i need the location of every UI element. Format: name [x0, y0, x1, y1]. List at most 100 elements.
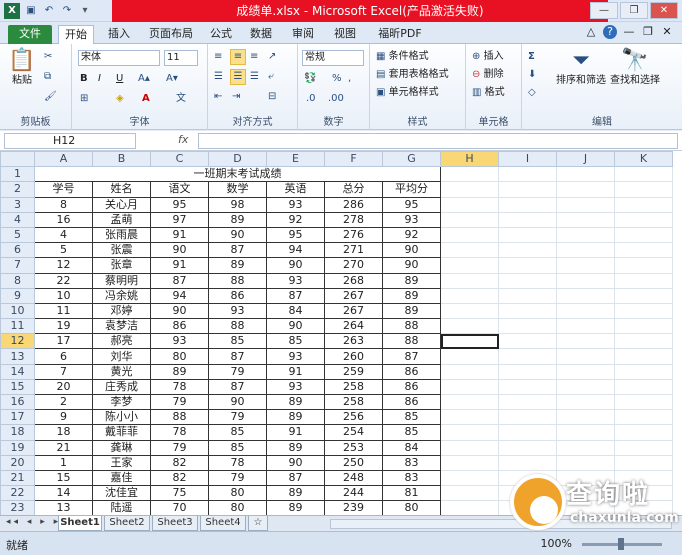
data-cell[interactable]: 75: [150, 485, 209, 502]
data-cell[interactable]: 11: [34, 302, 93, 320]
formula-input[interactable]: [198, 133, 678, 149]
column-header[interactable]: H: [440, 151, 499, 168]
data-cell[interactable]: 89: [382, 287, 441, 304]
insert-sheet-icon[interactable]: ☆: [248, 516, 268, 531]
data-cell[interactable]: 81: [382, 485, 441, 502]
align-center-icon[interactable]: ☰: [230, 69, 246, 85]
data-cell[interactable]: 78: [150, 378, 209, 396]
phonetic-icon[interactable]: 文: [176, 92, 186, 106]
cell[interactable]: [498, 272, 557, 289]
data-cell[interactable]: 15: [34, 469, 93, 487]
row-header[interactable]: 22: [0, 485, 35, 502]
cell[interactable]: [498, 181, 557, 198]
data-cell[interactable]: 孟萌: [92, 211, 151, 228]
data-cell[interactable]: 92: [382, 226, 441, 244]
data-cell[interactable]: 89: [150, 363, 209, 380]
data-cell[interactable]: 253: [324, 439, 383, 456]
data-cell[interactable]: 90: [266, 454, 325, 471]
header-cell[interactable]: 英语: [266, 181, 325, 198]
column-header[interactable]: E: [266, 151, 325, 168]
row-header[interactable]: 2: [0, 181, 35, 198]
tab-home[interactable]: 开始: [58, 25, 94, 45]
tab-page-layout[interactable]: 页面布局: [144, 25, 198, 44]
cell[interactable]: [614, 348, 673, 365]
data-cell[interactable]: 嘉佳: [92, 469, 151, 487]
cell[interactable]: [614, 393, 673, 411]
cell[interactable]: [614, 211, 673, 228]
data-cell[interactable]: 7: [34, 363, 93, 380]
currency-icon[interactable]: 💱: [304, 72, 316, 86]
data-cell[interactable]: 87: [266, 469, 325, 487]
data-cell[interactable]: 83: [382, 469, 441, 487]
header-cell[interactable]: 语文: [150, 181, 209, 198]
data-cell[interactable]: 93: [266, 196, 325, 213]
cell[interactable]: [614, 287, 673, 304]
cell[interactable]: [556, 272, 615, 289]
cell[interactable]: [614, 242, 673, 259]
data-cell[interactable]: 89: [266, 393, 325, 411]
data-cell[interactable]: 86: [382, 363, 441, 380]
cell[interactable]: [614, 272, 673, 289]
minimize-button[interactable]: —: [590, 2, 618, 19]
data-cell[interactable]: 260: [324, 348, 383, 365]
find-select-button[interactable]: 🔭 查找和选择: [608, 48, 662, 88]
sort-filter-button[interactable]: ⏷ 排序和筛选: [554, 48, 608, 88]
worksheet-grid[interactable]: ABCDEFGHIJK 1 一班期末考试成绩 2 学号 姓名 语文 数学 英语 总分 平均分 3 8 关…: [0, 151, 682, 515]
sheet-tab-1[interactable]: Sheet1: [58, 516, 102, 531]
data-cell[interactable]: 88: [150, 409, 209, 426]
data-cell[interactable]: 张雨晨: [92, 226, 151, 244]
data-cell[interactable]: 86: [382, 378, 441, 396]
data-cell[interactable]: 21: [34, 439, 93, 456]
cell[interactable]: [556, 333, 615, 350]
header-cell[interactable]: 平均分: [382, 181, 441, 198]
tab-file[interactable]: 文件: [8, 25, 52, 44]
data-cell[interactable]: 6: [34, 348, 93, 365]
cell[interactable]: [614, 439, 673, 456]
data-cell[interactable]: 22: [34, 272, 93, 289]
data-cell[interactable]: 84: [382, 439, 441, 456]
data-cell[interactable]: 264: [324, 318, 383, 335]
merge-center-icon[interactable]: ⊟: [268, 90, 276, 104]
data-cell[interactable]: 王家: [92, 454, 151, 471]
row-header[interactable]: 15: [0, 378, 35, 396]
cell[interactable]: [614, 378, 673, 396]
data-cell[interactable]: 88: [208, 318, 267, 335]
header-cell[interactable]: 姓名: [92, 181, 151, 198]
data-cell[interactable]: 91: [150, 226, 209, 244]
cell[interactable]: [556, 181, 615, 198]
cell[interactable]: [556, 318, 615, 335]
row-header[interactable]: 14: [0, 363, 35, 380]
row-header[interactable]: 9: [0, 287, 35, 304]
data-cell[interactable]: 90: [208, 393, 267, 411]
data-cell[interactable]: 89: [266, 485, 325, 502]
data-cell[interactable]: 94: [150, 287, 209, 304]
cell[interactable]: [498, 196, 557, 213]
row-header[interactable]: 17: [0, 409, 35, 426]
cell[interactable]: [440, 318, 499, 335]
cell-styles-button[interactable]: ▣ 单元格样式: [376, 86, 439, 100]
data-cell[interactable]: 87: [382, 348, 441, 365]
data-cell[interactable]: 79: [208, 469, 267, 487]
data-cell[interactable]: 5: [34, 242, 93, 259]
data-cell[interactable]: 79: [208, 409, 267, 426]
data-cell[interactable]: 84: [266, 302, 325, 320]
row-header[interactable]: 21: [0, 469, 35, 487]
sheet-tab-4[interactable]: Sheet4: [200, 516, 246, 531]
data-cell[interactable]: 89: [208, 257, 267, 274]
data-cell[interactable]: 90: [382, 242, 441, 259]
redo-icon[interactable]: ↷: [60, 3, 74, 19]
autosum-icon[interactable]: Σ: [528, 50, 535, 64]
cell[interactable]: [614, 181, 673, 198]
cell[interactable]: [440, 166, 499, 183]
paste-button[interactable]: 📋 粘贴: [6, 48, 38, 88]
data-cell[interactable]: 9: [34, 409, 93, 426]
row-header[interactable]: 18: [0, 424, 35, 441]
data-cell[interactable]: 90: [208, 226, 267, 244]
cell[interactable]: [440, 439, 499, 456]
row-header[interactable]: 1: [0, 166, 35, 183]
data-cell[interactable]: 79: [150, 393, 209, 411]
data-cell[interactable]: 93: [208, 302, 267, 320]
data-cell[interactable]: 98: [208, 196, 267, 213]
data-cell[interactable]: 82: [150, 469, 209, 487]
data-cell[interactable]: 93: [266, 378, 325, 396]
